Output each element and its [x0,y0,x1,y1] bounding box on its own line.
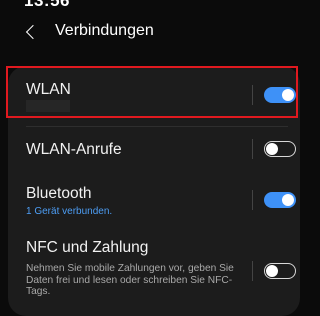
divider [252,261,253,281]
setting-label: NFC und Zahlung [26,239,149,256]
setting-row-bluetooth[interactable]: Bluetooth 1 Gerät verbunden. [8,172,300,226]
setting-subtitle: 1 Gerät verbunden. [26,206,113,217]
page-title: Verbindungen [55,22,154,39]
toggle-knob [266,264,278,277]
setting-label: WLAN-Anrufe [26,141,122,158]
setting-description: Nehmen Sie mobile Zahlungen vor, geben S… [26,263,234,297]
status-time: 13:56 [24,0,70,10]
bluetooth-toggle[interactable] [264,192,296,208]
toggle-knob [266,142,278,155]
row-separator [26,126,288,127]
app-header: Verbindungen [0,10,304,54]
back-arrow-icon[interactable] [25,24,41,40]
toggle-knob [282,194,294,206]
setting-row-nfc[interactable]: NFC und Zahlung Nehmen Sie mobile Zahlun… [8,226,300,306]
setting-row-wlan-anrufe[interactable]: WLAN-Anrufe [8,128,300,172]
divider [252,139,253,159]
status-bar: 13:56 [0,0,304,10]
highlight-box [6,66,298,118]
setting-label: Bluetooth [26,185,92,202]
nfc-toggle[interactable] [264,263,296,279]
wlan-calls-toggle[interactable] [264,141,296,157]
divider [252,190,253,210]
